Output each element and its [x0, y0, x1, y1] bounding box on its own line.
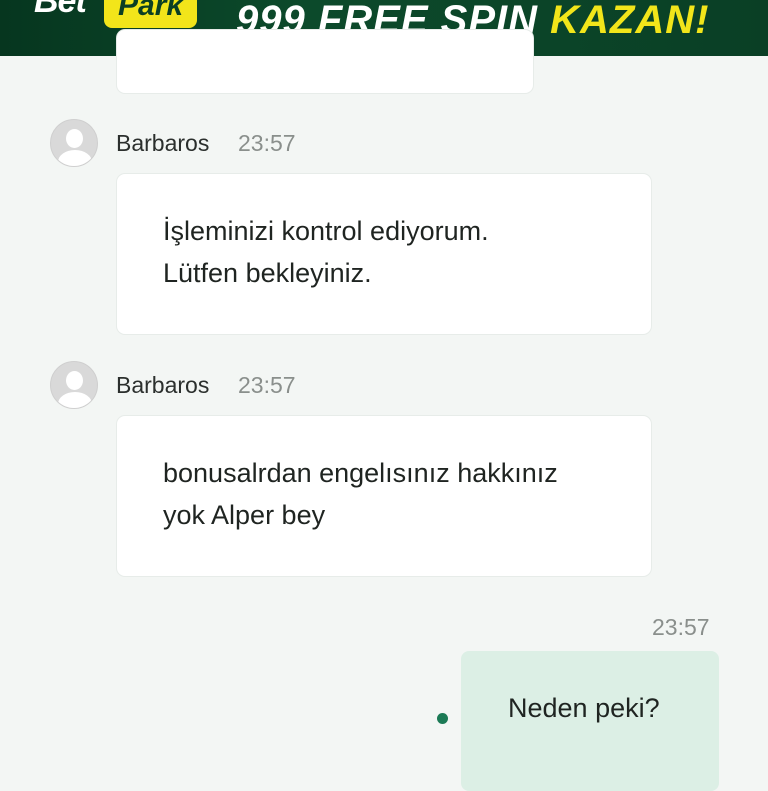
avatar-head: [66, 371, 83, 390]
incoming-message-bubble: bonusalrdan engelısınız hakkınız yok Alp…: [117, 416, 651, 576]
message-line: İşleminizi kontrol ediyorum.: [163, 216, 489, 246]
message-line: yok Alper bey: [163, 500, 326, 530]
message-time: 23:57: [238, 372, 296, 398]
message-time: 23:57: [238, 130, 296, 156]
promo-accent-text: KAZAN!: [550, 0, 710, 42]
delivery-status-dot: [437, 713, 448, 724]
message-line: Lütfen bekleyiniz.: [163, 258, 372, 288]
logo-park-badge: Park: [104, 0, 198, 28]
outgoing-message-time: 23:57: [652, 614, 710, 640]
incoming-message-bubble: İşleminizi kontrol ediyorum. Lütfen bekl…: [117, 174, 651, 334]
avatar-shoulders: [58, 392, 92, 408]
avatar-icon: [50, 361, 98, 409]
message-line: bonusalrdan engelısınız hakkınız: [163, 458, 558, 488]
sender-name: Barbaros: [116, 130, 210, 156]
message-text: bonusalrdan engelısınız hakkınız yok Alp…: [163, 452, 621, 536]
sender-name: Barbaros: [116, 372, 210, 398]
logo-bet-text: Bet: [34, 0, 87, 20]
outgoing-message-bubble: Neden peki?: [461, 651, 719, 791]
message-text: İşleminizi kontrol ediyorum. Lütfen bekl…: [163, 210, 621, 294]
outgoing-message-text: Neden peki?: [508, 693, 660, 723]
avatar-icon: [50, 119, 98, 167]
avatar-shoulders: [58, 150, 92, 166]
previous-message-bubble: [117, 30, 533, 93]
avatar-head: [66, 129, 83, 148]
